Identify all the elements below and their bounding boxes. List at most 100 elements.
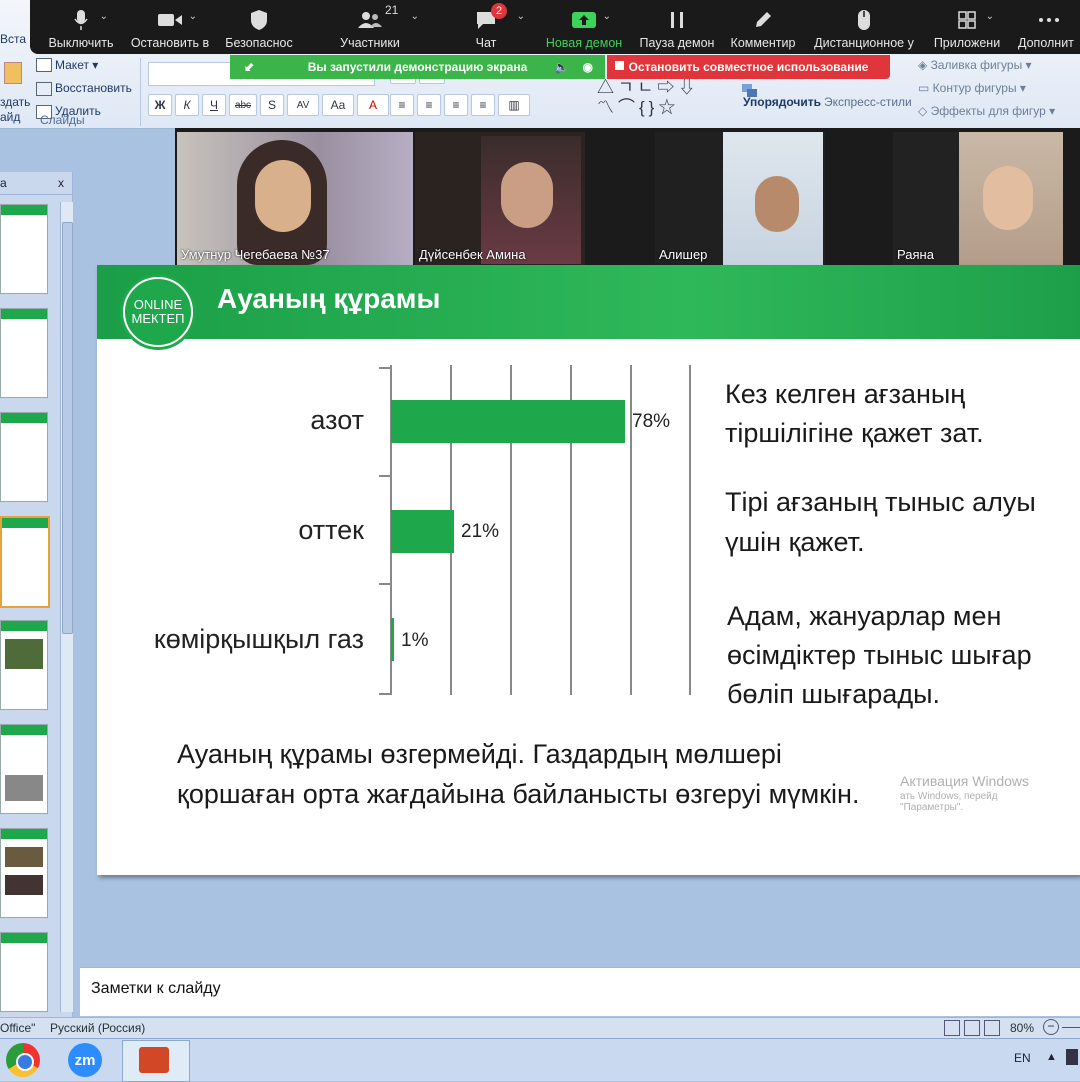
close-panel-icon[interactable]: x [58,176,64,190]
chrome-icon[interactable] [6,1043,40,1077]
participant-face [501,162,553,228]
font-color-button[interactable]: A [357,94,389,116]
input-language[interactable]: EN [1014,1051,1031,1065]
mute-button[interactable]: ⌄ Выключить [40,0,122,54]
security-button[interactable]: Безопаснос [220,0,298,54]
zoom-slider[interactable] [1062,1027,1080,1028]
video-tile-alisher[interactable]: Алишер [655,132,825,265]
tray-expand-icon[interactable]: ▲ [1046,1051,1057,1063]
strikethrough-button[interactable]: abc [229,94,257,116]
align-right-button[interactable]: ≡ [444,94,468,116]
slides-group-label: Слайды [40,113,85,127]
bar-nitrogen [391,400,625,443]
speaker-icon[interactable]: 🔈 [554,60,569,74]
spacing-button[interactable]: AV [287,94,319,116]
category-label: оттек [298,515,364,545]
justify-button[interactable]: ≡ [471,94,495,116]
new-share-button[interactable]: ⌄ Новая демон [542,0,626,54]
restore-icon [36,82,52,96]
annotate-button[interactable]: Комментир [728,0,798,54]
value-label: 21% [461,521,500,542]
shape-effects-button[interactable]: ◇ Эффекты для фигур ▾ [918,104,1055,118]
zoom-out-icon[interactable]: − [1043,1019,1059,1035]
participant-face [983,166,1033,230]
zoom-level[interactable]: 80% [1010,1021,1034,1035]
create-slide-label[interactable]: здать [0,95,30,109]
arrange-button[interactable]: Упорядочить [743,95,821,109]
more-button[interactable]: Дополнит [1018,0,1080,54]
apps-button[interactable]: ⌄ Приложени [932,0,1002,54]
video-tile-host[interactable]: Умутнур Чегебаева №37 [177,132,413,265]
bar-carbon-dioxide [391,618,394,661]
video-tile-amina[interactable]: Дүйсенбек Амина [415,132,585,265]
slide-notes-pane[interactable]: Заметки к слайду [80,967,1080,1016]
chat-button[interactable]: 2 ⌄ Чат [466,0,525,54]
stop-share-button[interactable]: Остановить совместное использование [607,55,890,79]
pencil-icon [750,9,776,31]
bar-oxygen [391,510,454,553]
conclusion-line2: қоршаған орта жағдайына байланысты өзгер… [177,779,860,809]
new-slide-icon[interactable] [4,62,22,84]
slide-sorter-icon[interactable] [964,1020,980,1036]
category-label: көмірқышқыл газ [153,624,364,654]
underline-button[interactable]: Ч [202,94,226,116]
thumbnail-scrollbar[interactable] [60,202,73,1012]
zoom-icon[interactable]: zm [68,1043,102,1077]
scrollbar-thumb[interactable] [62,222,73,634]
secure-icon: ◉ [582,60,593,74]
columns-button[interactable]: ▥ [498,94,530,116]
pause-share-button[interactable]: Пауза демон [636,0,718,54]
slideshow-icon[interactable] [984,1020,1000,1036]
quick-styles-button[interactable]: Экспресс-стили [824,95,912,109]
language-indicator[interactable]: Русский (Россия) [50,1021,145,1035]
participants-icon: 21 ⌄ [357,3,419,31]
create-slide-label-2[interactable]: айд [0,110,20,124]
shapes-gallery[interactable]: △ㄱㄴ⇨⇩ 〽⌒{}☆ [597,78,722,122]
stop-video-button[interactable]: ⌄ Остановить в [128,0,212,54]
participant-face [755,176,799,232]
align-left-button[interactable]: ≡ [390,94,414,116]
slide-thumbnail[interactable] [0,308,48,398]
layout-icon [36,58,52,72]
description-nitrogen-line1: Кез келген ағзаның [725,379,966,409]
align-center-button[interactable]: ≡ [417,94,441,116]
slide-thumbnail[interactable] [0,620,48,710]
shadow-button[interactable]: S [260,94,284,116]
slide-thumbnail[interactable] [0,412,48,502]
more-icon [1036,9,1062,31]
remote-control-button[interactable]: Дистанционное у [812,0,916,54]
description-co2-line1: Адам, жануарлар мен [727,601,1002,631]
network-icon[interactable] [1066,1049,1078,1065]
shape-fill-button[interactable]: ◈ Заливка фигуры ▾ [918,58,1032,72]
shield-icon [246,9,272,31]
description-co2-line3: бөліп шығарады. [727,679,940,709]
slide-thumbnail[interactable] [0,828,48,918]
slide-thumbnail[interactable] [0,932,48,1012]
font-format-buttons: Ж К Ч abc S AV Aa A [148,94,389,116]
notes-placeholder[interactable]: Заметки к слайду [91,980,221,998]
windows-activation-watermark: Активация Windows ать Windows, перейд "П… [900,773,1030,813]
restore-button[interactable]: Восстановить [55,81,132,95]
pin-icon[interactable]: ⬋ [244,60,254,74]
slides-tab[interactable]: аx [0,176,72,195]
align-buttons: ≡ ≡ ≡ ≡ ▥ [390,94,530,116]
italic-button[interactable]: К [175,94,199,116]
insert-label[interactable]: Вста [0,32,26,46]
windows-taskbar: zm EN ▲ [0,1038,1080,1082]
participant-name: Дүйсенбек Амина [419,247,526,262]
video-camera-icon: ⌄ [157,9,197,31]
video-tile-rayana[interactable]: Раяна [893,132,1063,265]
change-case-button[interactable]: Aa [322,94,354,116]
slide-thumbnail-selected[interactable] [0,516,50,608]
slide-thumbnail[interactable] [0,724,48,814]
normal-view-icon[interactable] [944,1020,960,1036]
description-nitrogen-line2: тіршілігіне қажет зат. [725,418,984,448]
status-bar: Office" Русский (Россия) 80% − [0,1017,1080,1039]
bold-button[interactable]: Ж [148,94,172,116]
layout-button[interactable]: Макет ▾ [55,58,98,72]
participants-button[interactable]: 21 ⌄ Участники [330,0,419,54]
powerpoint-taskbar-button[interactable] [122,1040,190,1082]
shape-outline-button[interactable]: ▭ Контур фигуры ▾ [918,81,1026,95]
theme-name: Office" [0,1021,36,1035]
slide-thumbnail[interactable] [0,204,48,294]
